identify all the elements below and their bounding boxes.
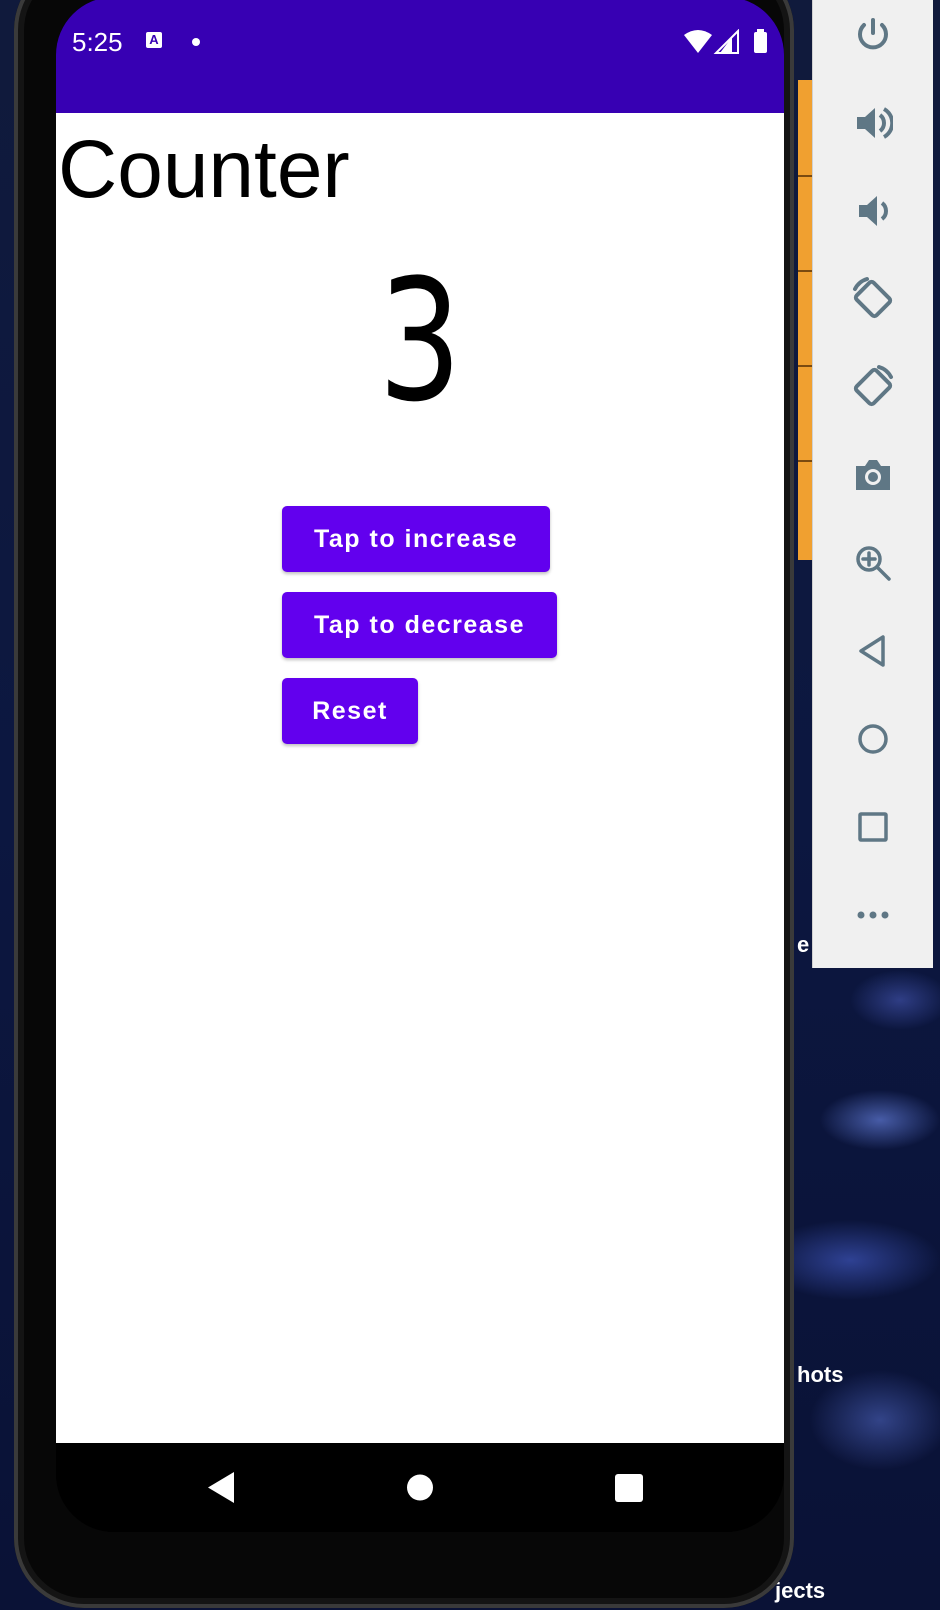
notification-dot-icon bbox=[192, 38, 200, 46]
volume-down-icon[interactable] bbox=[813, 181, 933, 241]
decrease-button[interactable]: Tap to decrease bbox=[282, 592, 557, 658]
reset-button[interactable]: Reset bbox=[282, 678, 418, 744]
navigation-bar bbox=[56, 1443, 784, 1532]
power-icon[interactable] bbox=[813, 5, 933, 65]
status-bar: 5:25 A bbox=[56, 0, 784, 113]
volume-up-icon[interactable] bbox=[813, 93, 933, 153]
home-icon[interactable] bbox=[813, 709, 933, 769]
phone-frame: 5:25 A Counter 3 Tap to increase Tap to … bbox=[14, 0, 794, 1608]
battery-icon bbox=[754, 32, 767, 53]
status-icons bbox=[682, 29, 770, 55]
emulator-toolbar bbox=[812, 0, 933, 968]
overview-icon[interactable] bbox=[813, 797, 933, 857]
increase-button[interactable]: Tap to increase bbox=[282, 506, 550, 572]
wifi-icon bbox=[684, 30, 712, 53]
rotate-right-icon[interactable] bbox=[813, 357, 933, 417]
signal-icon-fill bbox=[720, 37, 732, 53]
counter-value: 3 bbox=[378, 243, 462, 439]
page-title: Counter bbox=[58, 124, 350, 215]
notification-icon: A bbox=[146, 32, 162, 48]
app-content: Counter 3 Tap to increase Tap to decreas… bbox=[56, 113, 784, 1443]
phone-screen: 5:25 A Counter 3 Tap to increase Tap to … bbox=[56, 0, 784, 1532]
desktop-label: hots bbox=[797, 1362, 844, 1387]
camera-icon[interactable] bbox=[813, 445, 933, 505]
back-icon[interactable] bbox=[813, 621, 933, 681]
rotate-left-icon[interactable] bbox=[813, 269, 933, 329]
desktop-label: e bbox=[797, 932, 810, 957]
desktop-label: jects bbox=[775, 1578, 826, 1603]
nav-back-icon[interactable] bbox=[208, 1472, 234, 1503]
nav-home-icon[interactable] bbox=[407, 1474, 433, 1501]
nav-recents-icon[interactable] bbox=[615, 1474, 643, 1502]
zoom-icon[interactable] bbox=[813, 533, 933, 593]
status-time: 5:25 bbox=[72, 27, 123, 57]
more-icon[interactable] bbox=[813, 885, 933, 945]
